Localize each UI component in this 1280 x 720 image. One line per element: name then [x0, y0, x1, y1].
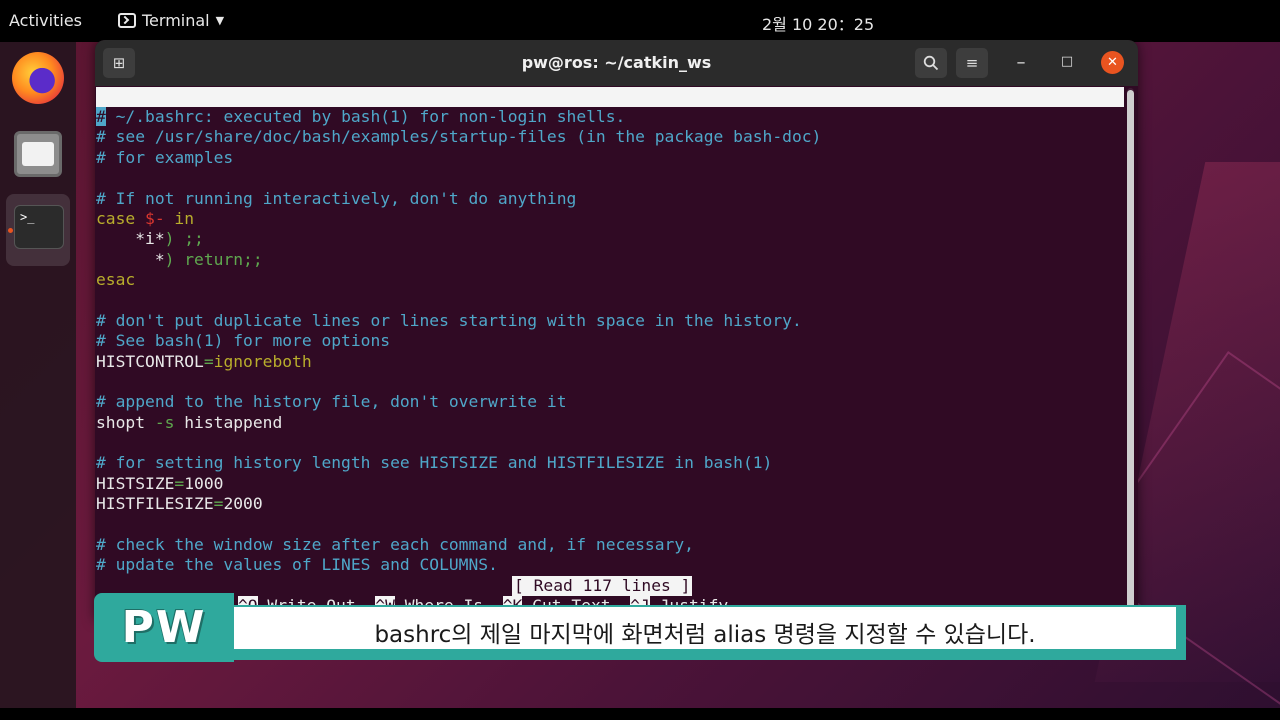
menu-button[interactable]: ≡: [956, 48, 988, 78]
close-icon: ✕: [1107, 55, 1118, 70]
code-variable: HISTCONTROL: [96, 352, 204, 371]
minimize-icon: –: [1016, 52, 1026, 73]
files-icon: [14, 131, 62, 177]
nano-editor[interactable]: GNU nano 4.8 /home/pw/.bashrc # ~/.bashr…: [95, 86, 1125, 620]
dock-item-terminal[interactable]: >_: [6, 194, 70, 266]
code-keyword: in: [164, 209, 195, 228]
code-line: # for setting history length see HISTSIZ…: [96, 453, 773, 472]
window-titlebar[interactable]: ⊞ pw@ros: ~/catkin_ws ≡ – □ ✕: [95, 40, 1138, 86]
search-icon: [923, 55, 939, 71]
code-line: # check the window size after each comma…: [96, 535, 694, 554]
app-menu[interactable]: Terminal ▼: [118, 11, 224, 30]
subtitle-text: bashrc의 제일 마지막에 화면처럼 alias 명령을 지정할 수 있습니…: [374, 622, 1036, 648]
code-line: # append to the history file, don't over…: [96, 392, 567, 411]
nano-header: GNU nano 4.8 /home/pw/.bashrc: [96, 87, 1124, 146]
code-line: # If not running interactively, don't do…: [96, 189, 577, 208]
code-command: shopt: [96, 413, 155, 432]
code-line: *) return;;: [96, 250, 263, 270]
caret-down-icon: ▼: [215, 14, 225, 27]
code-pattern: *: [96, 250, 165, 269]
code-line: *i*) ;;: [96, 229, 204, 249]
code-text: ~/.bashrc: executed by bash(1) for non-l…: [115, 107, 626, 126]
code-value: 2000: [223, 494, 263, 513]
code-line: HISTFILESIZE=2000: [96, 494, 263, 514]
top-bar: Activities Terminal ▼ 2월 10 20：25: [0, 0, 1280, 42]
code-line: HISTCONTROL=ignoreboth: [96, 352, 312, 372]
terminal-icon: [118, 13, 136, 28]
logo-text: PW: [121, 602, 207, 653]
code-pattern: *i*: [96, 229, 165, 248]
text-cursor: #: [96, 107, 106, 126]
minimize-button[interactable]: –: [1009, 50, 1033, 74]
code-keyword: ) ;;: [164, 229, 204, 248]
code-line: case $- in: [96, 209, 194, 229]
terminal-icon: >_: [14, 205, 64, 249]
clock[interactable]: 2월 10 20：25: [762, 11, 874, 35]
code-line: # ~/.bashrc: executed by bash(1) for non…: [96, 107, 625, 127]
channel-logo: PW: [94, 593, 234, 662]
dock: >_: [0, 42, 76, 708]
code-variable: HISTSIZE: [96, 474, 175, 493]
hamburger-menu-icon: ≡: [965, 54, 979, 72]
dock-item-files[interactable]: [6, 122, 70, 186]
terminal-window[interactable]: ⊞ pw@ros: ~/catkin_ws ≡ – □ ✕ GNU nano 4…: [95, 40, 1138, 620]
code-argument: histappend: [174, 413, 283, 432]
maximize-icon: □: [1060, 54, 1074, 69]
code-variable: $-: [145, 209, 165, 228]
scrollbar-thumb[interactable]: [1127, 90, 1134, 610]
activities-button[interactable]: Activities: [9, 11, 82, 30]
dock-item-firefox[interactable]: [6, 46, 70, 110]
code-operator: =: [203, 352, 214, 371]
bottom-strip: [0, 708, 1280, 720]
code-line: # for examples: [96, 148, 234, 167]
code-line: # update the values of LINES and COLUMNS…: [96, 555, 498, 574]
code-value: ignoreboth: [213, 352, 312, 371]
code-line: esac: [96, 270, 136, 289]
code-operator: =: [213, 494, 224, 513]
code-variable: HISTFILESIZE: [96, 494, 214, 513]
subtitle-banner: PW bashrc의 제일 마지막에 화면처럼 alias 명령을 지정할 수 …: [94, 593, 1186, 662]
close-button[interactable]: ✕: [1101, 51, 1124, 74]
code-keyword: case: [96, 209, 146, 228]
firefox-icon: [12, 52, 64, 104]
code-line: # don't put duplicate lines or lines sta…: [96, 311, 802, 330]
code-value: 1000: [184, 474, 224, 493]
code-line: # See bash(1) for more options: [96, 331, 391, 350]
code-line: # see /usr/share/doc/bash/examples/start…: [96, 127, 822, 146]
maximize-button[interactable]: □: [1055, 50, 1079, 74]
subtitle-box: bashrc의 제일 마지막에 화면처럼 alias 명령을 지정할 수 있습니…: [234, 607, 1176, 649]
code-keyword: ) return;;: [164, 250, 263, 269]
code-line: HISTSIZE=1000: [96, 474, 223, 494]
app-menu-label: Terminal: [142, 11, 210, 30]
scrollbar[interactable]: [1127, 88, 1134, 618]
running-indicator: [8, 228, 13, 233]
code-line: shopt -s histappend: [96, 413, 282, 433]
code-operator: =: [174, 474, 185, 493]
search-button[interactable]: [915, 48, 947, 78]
code-flag: -s: [154, 413, 175, 432]
